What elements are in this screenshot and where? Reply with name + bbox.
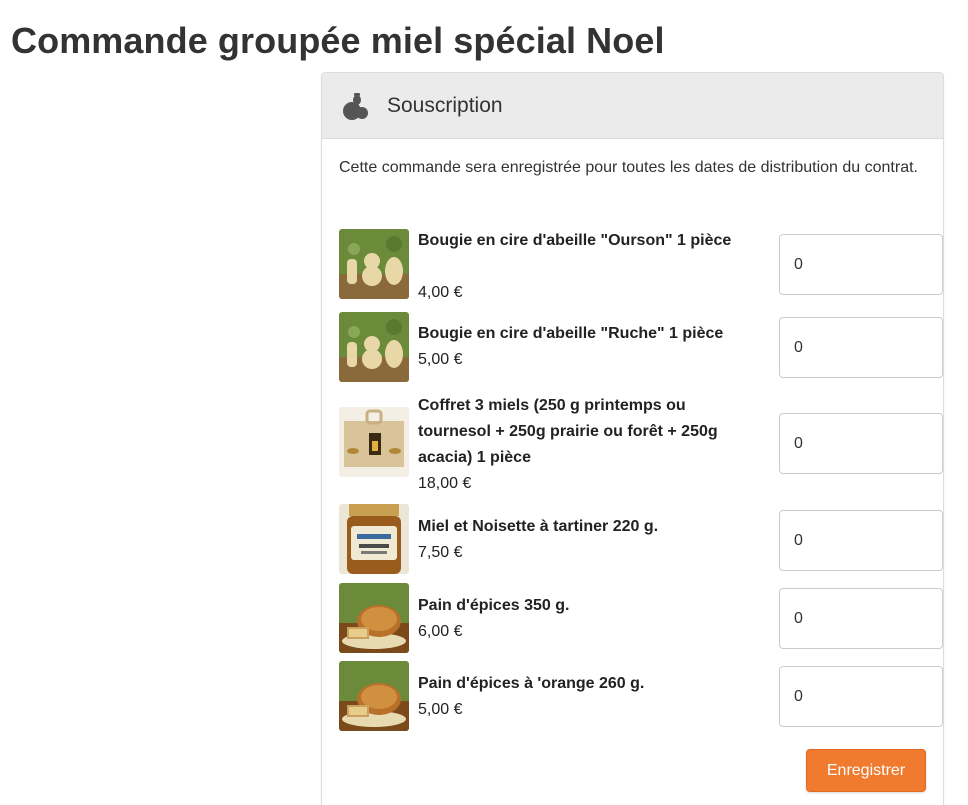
quantity-input[interactable] (779, 234, 943, 295)
product-name: Miel et Noisette à tartiner 220 g. (418, 518, 659, 535)
panel-title: Souscription (387, 94, 503, 117)
intro-text: Cette commande sera enregistrée pour tou… (339, 159, 918, 176)
quantity-input[interactable] (779, 413, 943, 474)
gingerbread-orange-photo (339, 661, 409, 731)
product-price: 6,00 € (418, 623, 463, 640)
quantity-input[interactable] (779, 510, 943, 571)
candle-bear-photo (339, 229, 409, 299)
save-button[interactable]: Enregistrer (806, 749, 926, 792)
product-price: 18,00 € (418, 475, 472, 492)
honey-jar-photo (339, 504, 409, 574)
product-price: 4,00 € (418, 284, 463, 301)
gingerbread-photo (339, 583, 409, 653)
panel-heading: Souscription (322, 73, 943, 139)
product-name: Pain d'épices à 'orange 260 g. (418, 675, 645, 692)
product-price: 7,50 € (418, 544, 463, 561)
product-name: Pain d'épices 350 g. (418, 597, 570, 614)
product-name: Bougie en cire d'abeille "Ourson" 1 pièc… (418, 232, 732, 249)
honey-gift-box-photo (339, 407, 409, 477)
candle-hive-photo (339, 312, 409, 382)
quantity-input[interactable] (779, 588, 943, 649)
page-title: Commande groupée miel spécial Noel (11, 20, 665, 61)
product-name: Bougie en cire d'abeille "Ruche" 1 pièce (418, 325, 724, 342)
quantity-input[interactable] (779, 666, 943, 727)
quantity-input[interactable] (779, 317, 943, 378)
subscription-panel: Souscription Cette commande sera enregis… (321, 72, 944, 805)
honey-pot-icon (340, 91, 370, 121)
product-name: Coffret 3 miels (250 g printemps ou tour… (418, 397, 718, 466)
product-price: 5,00 € (418, 351, 463, 368)
product-price: 5,00 € (418, 701, 463, 718)
